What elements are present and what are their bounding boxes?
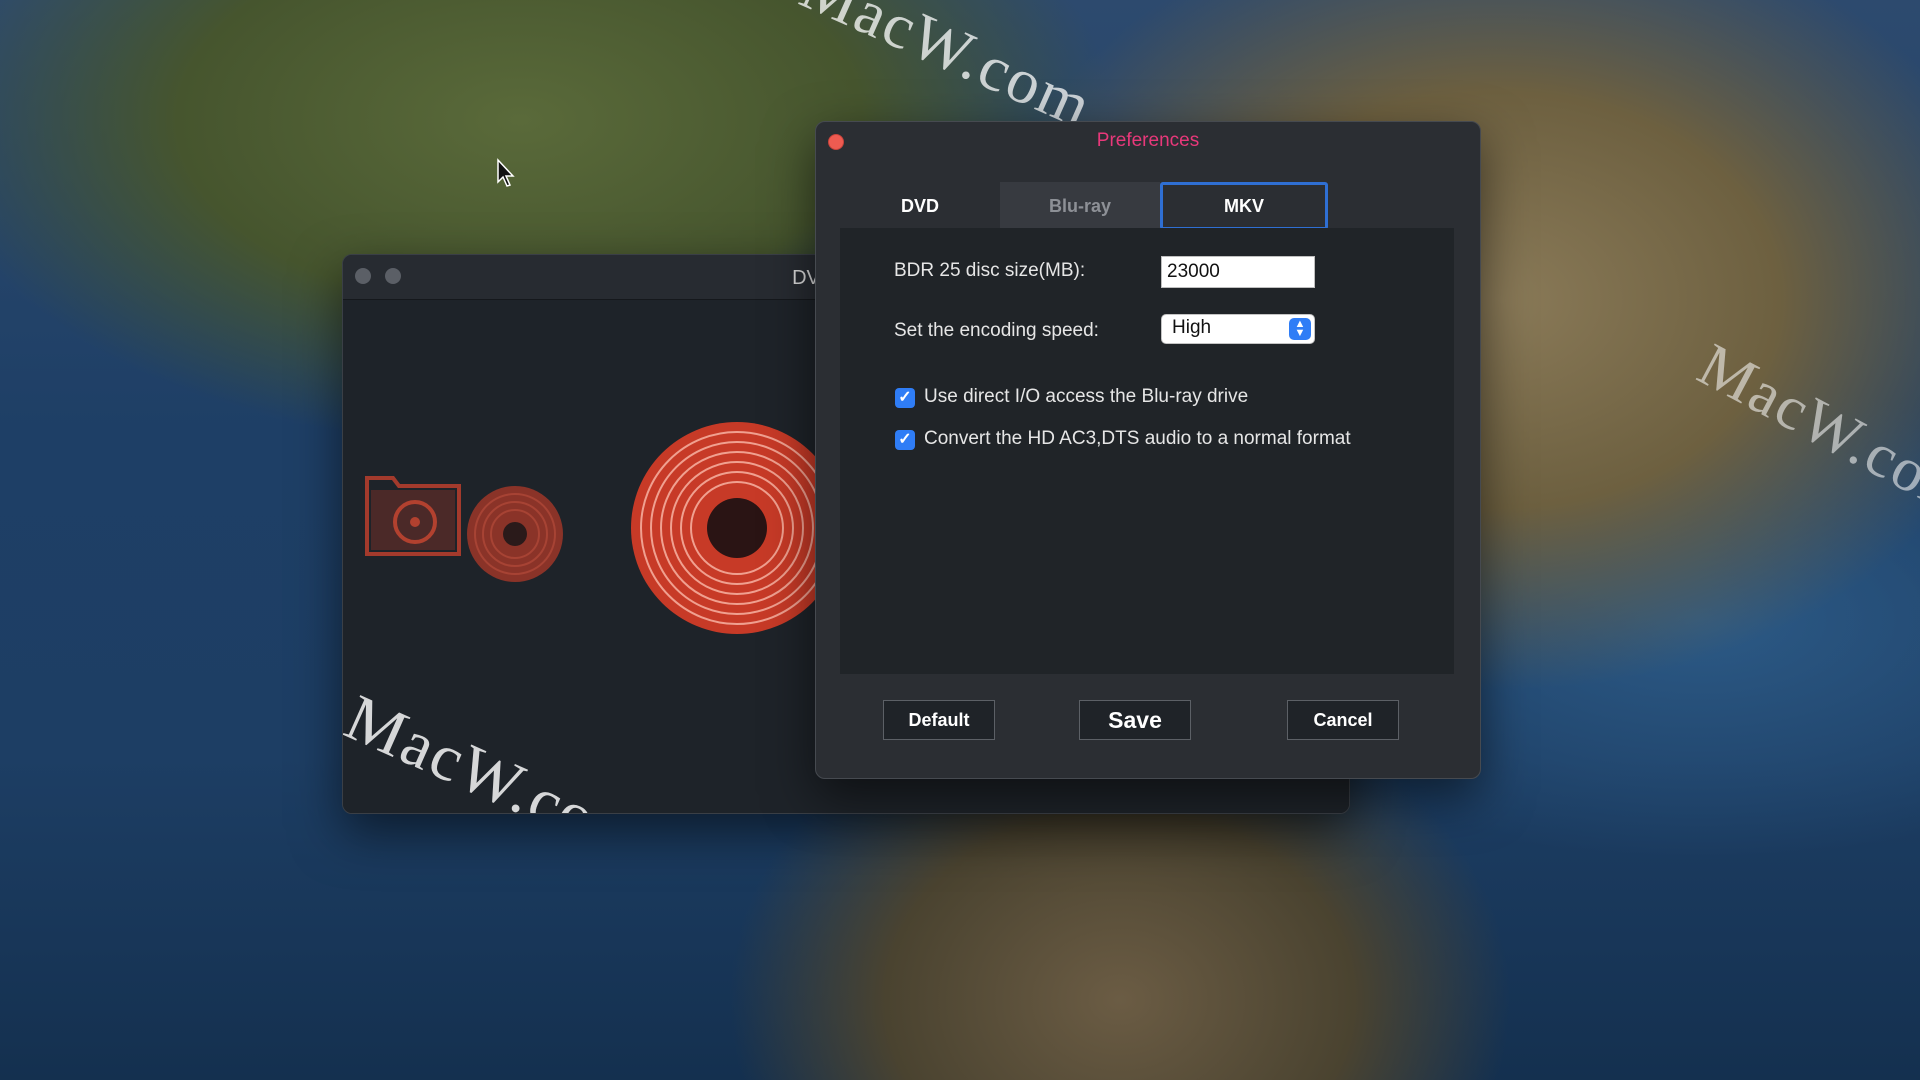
disc-size-input[interactable]: 23000 [1161, 256, 1315, 288]
convert-audio-checkbox[interactable]: ✓ [895, 430, 915, 450]
disc-size-label: BDR 25 disc size(MB): [894, 260, 1086, 281]
convert-audio-label: Convert the HD AC3,DTS audio to a normal… [924, 428, 1351, 449]
preferences-tabs: DVD Blu-ray MKV [840, 182, 1328, 230]
main-window-watermark: MacW.com [342, 680, 657, 814]
folder-disc-icon[interactable] [363, 470, 473, 560]
preferences-title: Preferences [1096, 130, 1200, 151]
direct-io-checkbox[interactable]: ✓ [895, 388, 915, 408]
save-button[interactable]: Save [1079, 700, 1191, 740]
mouse-pointer-icon [497, 158, 515, 187]
encoding-speed-label: Set the encoding speed: [894, 320, 1099, 341]
tab-blu-ray[interactable]: Blu-ray [1000, 182, 1160, 230]
default-button[interactable]: Default [883, 700, 995, 740]
tab-mkv[interactable]: MKV [1160, 182, 1328, 230]
desktop-watermark-right: MacW.com [1687, 330, 1920, 533]
mkv-settings-panel: BDR 25 disc size(MB): 23000 Set the enco… [840, 228, 1454, 674]
large-disc-icon[interactable] [629, 420, 845, 636]
desktop-background: MacW.com MacW.com DVD-Cloner [0, 0, 1920, 1080]
preferences-dialog: Preferences DVD Blu-ray MKV BDR 25 disc … [815, 121, 1481, 779]
chevron-up-down-icon: ▲ ▼ [1289, 318, 1311, 340]
cancel-button[interactable]: Cancel [1287, 700, 1399, 740]
tab-dvd[interactable]: DVD [840, 182, 1000, 230]
direct-io-label: Use direct I/O access the Blu-ray drive [924, 386, 1249, 407]
small-disc-icon[interactable] [463, 482, 567, 586]
encoding-speed-value: High [1172, 317, 1212, 338]
encoding-speed-select[interactable]: High ▲ ▼ [1161, 314, 1315, 344]
